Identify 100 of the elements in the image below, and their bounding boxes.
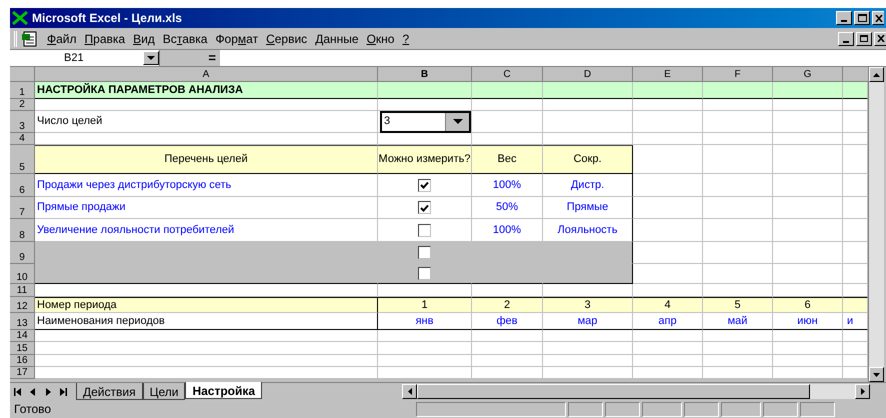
checkbox[interactable] bbox=[418, 224, 431, 236]
sheet-cell[interactable] bbox=[843, 297, 868, 313]
sheet-cell[interactable]: Вес bbox=[472, 145, 543, 174]
sheet-cell[interactable]: 100% bbox=[472, 174, 543, 197]
menu-item[interactable]: Вставка bbox=[158, 30, 212, 48]
menu-item[interactable]: Данные bbox=[311, 30, 363, 48]
status-panel bbox=[684, 402, 719, 416]
sheet-cell[interactable]: 3 bbox=[543, 297, 633, 313]
up-arrow-icon bbox=[873, 72, 880, 76]
row-header[interactable]: 8 bbox=[10, 219, 35, 242]
checkbox[interactable] bbox=[418, 267, 431, 280]
menu-item[interactable]: Окно bbox=[362, 30, 398, 48]
sheet-cell[interactable]: Лояльность bbox=[543, 219, 633, 242]
caret-icon bbox=[452, 119, 462, 124]
close-button[interactable] bbox=[872, 11, 884, 25]
sheet-cell[interactable]: Увеличение лояльности потребителей bbox=[35, 219, 378, 242]
row-header[interactable]: 6 bbox=[10, 174, 35, 197]
restore-button[interactable] bbox=[856, 32, 872, 46]
row-header[interactable]: 12 bbox=[10, 297, 35, 313]
sheet-cell[interactable]: мар bbox=[543, 313, 633, 330]
column-header[interactable]: F bbox=[703, 67, 773, 82]
equals-sign[interactable]: = bbox=[160, 50, 220, 66]
sheet-cell[interactable]: 4 bbox=[633, 297, 703, 313]
sheet-cell[interactable]: и bbox=[843, 313, 868, 330]
sheet-cell[interactable]: Можно измерить? bbox=[378, 145, 472, 174]
sheet-cell[interactable]: Сокр. bbox=[543, 145, 633, 174]
checkbox[interactable] bbox=[418, 201, 431, 214]
caret-icon bbox=[147, 56, 155, 60]
sheet-cell[interactable]: 5 bbox=[703, 297, 773, 313]
sheet-cell[interactable]: май bbox=[703, 313, 773, 330]
down-arrow-icon bbox=[873, 372, 880, 376]
menu-item[interactable]: Файл bbox=[43, 30, 81, 48]
right-arrow-icon bbox=[58, 388, 66, 396]
close-button[interactable] bbox=[874, 32, 886, 46]
left-arrow-icon bbox=[28, 388, 36, 396]
row-header[interactable]: 9 bbox=[10, 242, 35, 264]
minimize-button[interactable] bbox=[838, 32, 854, 46]
vertical-scrollbar[interactable] bbox=[868, 67, 884, 382]
sheet-cell[interactable]: янв bbox=[378, 313, 472, 330]
checkbox[interactable] bbox=[418, 178, 431, 192]
dropdown-button[interactable] bbox=[445, 112, 469, 130]
row-header[interactable]: 14 bbox=[10, 330, 35, 342]
column-header[interactable]: D bbox=[543, 67, 633, 82]
status-panel bbox=[642, 402, 682, 416]
sheet-cell[interactable]: НАСТРОЙКА ПАРАМЕТРОВ АНАЛИЗА bbox=[35, 82, 378, 99]
sheet-cell[interactable]: Перечень целей bbox=[35, 145, 378, 174]
column-header[interactable]: G bbox=[773, 67, 843, 82]
sheet-cell[interactable]: 1 bbox=[378, 297, 472, 313]
sheet-tab[interactable]: Настройка bbox=[185, 382, 262, 398]
row-header[interactable]: 2 bbox=[10, 99, 35, 111]
row-header[interactable]: 13 bbox=[10, 313, 35, 330]
menu-item[interactable]: ? bbox=[398, 30, 414, 48]
sheet-cell[interactable]: Наименования периодов bbox=[35, 313, 378, 330]
row-header[interactable]: 17 bbox=[10, 367, 35, 379]
menu-item[interactable]: Вид bbox=[129, 30, 159, 48]
row-header[interactable]: 11 bbox=[10, 284, 35, 297]
menu-item[interactable]: Сервис bbox=[262, 30, 312, 48]
row-header[interactable]: 16 bbox=[10, 355, 35, 367]
row-header[interactable]: 5 bbox=[10, 145, 35, 174]
row-header[interactable]: 3 bbox=[10, 111, 35, 133]
column-header[interactable]: E bbox=[633, 67, 703, 82]
sheet-tab[interactable]: Действия bbox=[76, 382, 143, 400]
sheet-cell[interactable]: Прямые продажи bbox=[35, 197, 378, 219]
sheet-cell[interactable]: 100% bbox=[472, 219, 543, 242]
column-header[interactable]: A bbox=[35, 67, 378, 82]
status-text: Готово bbox=[14, 401, 52, 418]
check-icon bbox=[420, 181, 429, 189]
status-panel bbox=[605, 402, 640, 416]
sheet-cell[interactable]: апр bbox=[633, 313, 703, 330]
sheet-cell[interactable]: 6 bbox=[773, 297, 843, 313]
right-arrow-icon bbox=[860, 388, 864, 395]
sheet-cell[interactable]: Дистр. bbox=[543, 174, 633, 197]
left-arrow-icon bbox=[14, 388, 22, 396]
minimize-button[interactable] bbox=[836, 11, 852, 25]
row-header[interactable]: 4 bbox=[10, 133, 35, 145]
horizontal-scrollbar[interactable] bbox=[402, 384, 870, 399]
sheet-tab[interactable]: Цели bbox=[142, 382, 186, 400]
row-header[interactable]: 7 bbox=[10, 197, 35, 219]
column-header[interactable]: B bbox=[378, 67, 472, 82]
sheet-cell[interactable]: июн bbox=[773, 313, 843, 330]
document-icon bbox=[21, 30, 39, 46]
menu-item[interactable]: Формат bbox=[211, 30, 262, 48]
row-header[interactable]: 15 bbox=[10, 342, 35, 355]
sheet-cell[interactable]: 50% bbox=[472, 197, 543, 219]
menu-item[interactable]: Правка bbox=[80, 30, 130, 48]
sheet-cell[interactable]: 2 bbox=[472, 297, 543, 313]
sheet-cell[interactable]: Прямые bbox=[543, 197, 633, 219]
close-icon bbox=[874, 14, 882, 22]
column-header[interactable]: C bbox=[472, 67, 543, 82]
status-panel bbox=[568, 402, 603, 416]
row-header[interactable]: 1 bbox=[10, 82, 35, 99]
checkbox[interactable] bbox=[418, 246, 431, 259]
sheet-cell[interactable]: Номер периода bbox=[35, 297, 378, 313]
row-header[interactable]: 10 bbox=[10, 264, 35, 284]
sheet-cell[interactable]: Продажи через дистрибуторскую сеть bbox=[35, 174, 378, 197]
sheet-cell[interactable]: Число целей bbox=[35, 111, 378, 133]
scroll-thumb[interactable] bbox=[417, 384, 810, 399]
sheet-cell[interactable]: фев bbox=[472, 313, 543, 330]
maximize-button[interactable] bbox=[854, 11, 870, 25]
select-all-corner[interactable] bbox=[10, 67, 35, 82]
